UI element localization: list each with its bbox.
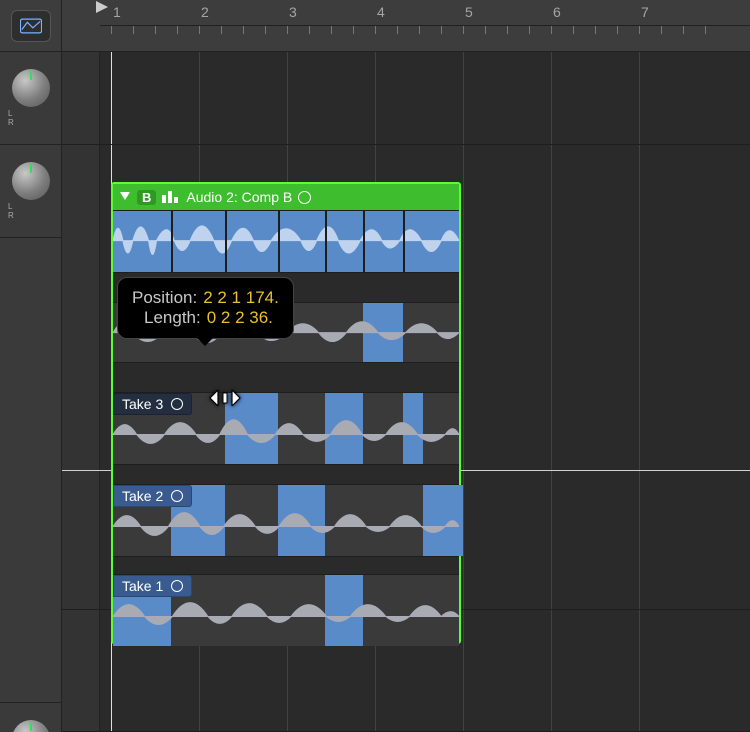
- comp-region-header[interactable]: B Audio 2: Comp B: [113, 184, 459, 210]
- take-name: Take 3: [122, 396, 163, 412]
- tooltip-length-label: Length:: [144, 308, 201, 327]
- pan-knob[interactable]: [12, 162, 50, 200]
- take-lane-3[interactable]: Take 3: [113, 392, 459, 464]
- disclosure-triangle-icon[interactable]: [119, 189, 131, 205]
- timeline-ruler[interactable]: 1 2 3 4 5 6 7: [62, 0, 750, 52]
- loop-indicator-icon: [171, 490, 183, 502]
- left-panel: L R L R L R: [0, 0, 62, 732]
- take-name: Take 2: [122, 488, 163, 504]
- ruler-number: 1: [113, 4, 121, 20]
- take-label[interactable]: Take 2: [113, 485, 192, 507]
- take-gap: [113, 556, 459, 574]
- ruler-number: 7: [641, 4, 649, 20]
- loop-indicator-icon: [171, 398, 183, 410]
- loop-indicator-icon: [171, 580, 183, 592]
- tooltip-length-value: 0 2 2 36.: [207, 308, 273, 327]
- pan-knob-cell-1: L R: [0, 52, 61, 145]
- lr-label: L R: [0, 202, 61, 220]
- loop-indicator-icon[interactable]: [298, 191, 311, 204]
- comp-letter-badge[interactable]: B: [137, 190, 156, 205]
- ruler-number: 6: [553, 4, 561, 20]
- tooltip-position-label: Position:: [132, 288, 197, 307]
- left-top-cell: [0, 0, 61, 52]
- ruler-beats[interactable]: [100, 26, 750, 52]
- pan-knob-cell-2: L R: [0, 145, 61, 238]
- take-lane-1[interactable]: Take 1: [113, 574, 459, 646]
- ruler-number: 4: [377, 4, 385, 20]
- pan-knob[interactable]: [12, 720, 50, 732]
- pan-knob-cell-3: L R: [0, 703, 61, 732]
- tooltip-position-value: 2 2 1 174.: [203, 288, 279, 307]
- take-label[interactable]: Take 1: [113, 575, 192, 597]
- pan-knob[interactable]: [12, 69, 50, 107]
- track-lane[interactable]: [62, 52, 750, 145]
- ruler-number: 5: [465, 4, 473, 20]
- lr-label: L R: [0, 109, 61, 127]
- ruler-number: 2: [201, 4, 209, 20]
- take-gap: [113, 464, 459, 484]
- position-tooltip: Position: 2 2 1 174. Length: 0 2 2 36.: [117, 277, 294, 339]
- take-gap: [113, 362, 459, 392]
- take-label[interactable]: Take 3: [113, 393, 192, 415]
- automation-view-button[interactable]: [11, 10, 51, 42]
- automation-view-icon: [20, 18, 42, 34]
- comp-segments-icon: [162, 191, 180, 203]
- track-spacer: [0, 238, 61, 703]
- comp-region[interactable]: B Audio 2: Comp B: [111, 182, 461, 644]
- take-lane-2[interactable]: Take 2: [113, 484, 459, 556]
- ruler-bars[interactable]: 1 2 3 4 5 6 7: [100, 0, 750, 26]
- comp-lane[interactable]: [113, 210, 459, 272]
- resize-cursor-icon: [208, 387, 242, 414]
- waveform: [113, 211, 459, 270]
- tracks-area[interactable]: B Audio 2: Comp B: [62, 52, 750, 732]
- take-name: Take 1: [122, 578, 163, 594]
- app-root: { "ruler": { "numbers": ["1","2","3","4"…: [0, 0, 750, 732]
- ruler-number: 3: [289, 4, 297, 20]
- comp-title: Audio 2: Comp B: [186, 189, 292, 205]
